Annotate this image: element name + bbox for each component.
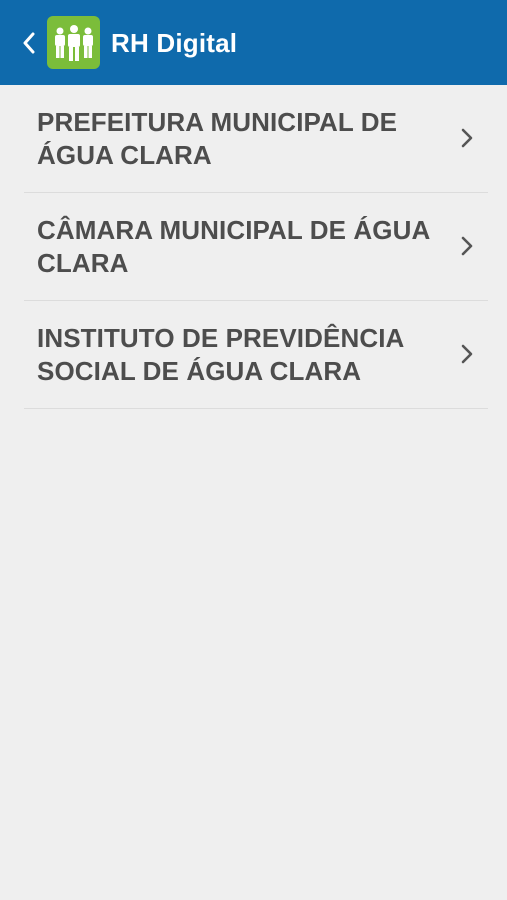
list-item-instituto[interactable]: INSTITUTO DE PREVIDÊNCIA SOCIAL DE ÁGUA … [24,301,488,409]
app-title: RH Digital [111,28,238,58]
list-item-prefeitura[interactable]: PREFEITURA MUNICIPAL DE ÁGUA CLARA [24,85,488,193]
list-item-label: CÂMARA MUNICIPAL DE ÁGUA CLARA [37,215,430,278]
app-logo [47,16,100,69]
back-button[interactable] [14,26,44,60]
list-item-camara[interactable]: CÂMARA MUNICIPAL DE ÁGUA CLARA [24,193,488,301]
chevron-right-icon [461,128,473,148]
list-item-label: INSTITUTO DE PREVIDÊNCIA SOCIAL DE ÁGUA … [37,323,404,386]
app-bar: RH Digital [0,0,507,85]
chevron-right-icon [461,236,473,256]
chevron-left-icon [23,32,35,54]
chevron-right-icon [461,344,473,364]
entity-list: PREFEITURA MUNICIPAL DE ÁGUA CLARA CÂMAR… [24,85,488,409]
people-group-icon [54,24,93,61]
screen: RH Digital PREFEITURA MUNICIPAL DE ÁGUA … [0,0,507,900]
list-item-label: PREFEITURA MUNICIPAL DE ÁGUA CLARA [37,107,398,170]
